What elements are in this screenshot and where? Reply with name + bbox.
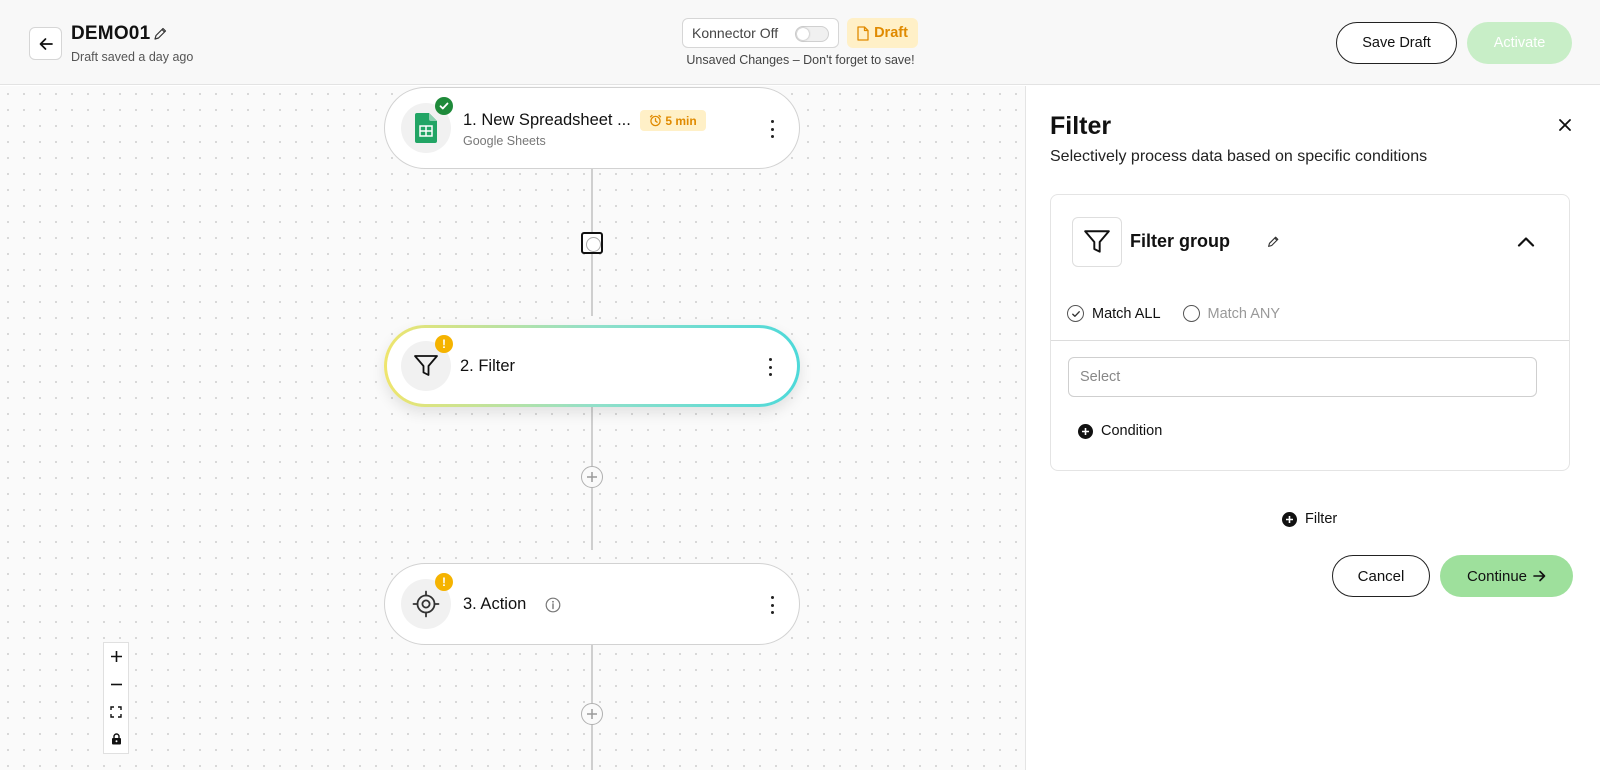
draft-badge-label: Draft	[874, 25, 908, 41]
step-card-filter[interactable]: ! 2. Filter	[384, 325, 800, 407]
filter-group-label: Filter group	[1130, 231, 1230, 251]
match-any-label: Match ANY	[1207, 305, 1281, 322]
lock-icon[interactable]	[104, 726, 128, 754]
konnector-status-label: Konnector Off	[692, 25, 779, 41]
chevron-up-icon[interactable]	[1516, 232, 1536, 252]
zoom-out-icon[interactable]	[104, 671, 128, 699]
add-condition-button[interactable]: Condition	[1078, 423, 1162, 439]
step-title: 3. Action	[463, 595, 527, 613]
funnel-icon	[1084, 230, 1110, 253]
close-icon[interactable]	[1556, 117, 1574, 135]
select-placeholder: Select	[1080, 369, 1121, 385]
back-button[interactable]	[29, 27, 62, 60]
zoom-in-icon[interactable]	[104, 643, 128, 671]
step-title: 2. Filter	[460, 357, 516, 375]
more-options-icon[interactable]	[765, 358, 775, 376]
plus-circle-icon	[1078, 423, 1093, 439]
match-mode-radio-group: Match ALL Match ANY	[1067, 305, 1280, 322]
filter-group-card: Filter group Match ALL Match ANY Select	[1050, 194, 1570, 471]
unsaved-changes-note: Unsaved Changes – Don't forget to save!	[686, 53, 915, 67]
save-status-text: Draft saved a day ago	[71, 50, 194, 64]
toggle-knob	[797, 28, 809, 40]
pencil-icon[interactable]	[152, 26, 168, 42]
panel-description: Selectively process data based on specif…	[1050, 148, 1428, 165]
add-condition-label: Condition	[1101, 423, 1163, 439]
step-card-trigger[interactable]: 1. New Spreadsheet ... Google Sheets 5 m…	[384, 87, 800, 169]
google-sheets-icon	[415, 113, 437, 143]
radio-unchecked-icon[interactable]	[1182, 305, 1200, 322]
step-app-name: Google Sheets	[463, 134, 546, 148]
add-step-button[interactable]	[581, 703, 603, 725]
warning-icon: !	[435, 573, 453, 591]
konnector-name: DEMO01	[71, 23, 151, 44]
plus-icon	[587, 709, 597, 719]
radio-checked-icon[interactable]	[1067, 305, 1084, 322]
save-draft-button[interactable]: Save Draft	[1336, 22, 1457, 64]
activate-button[interactable]: Activate	[1467, 22, 1572, 64]
arrow-left-icon	[39, 37, 53, 50]
add-filter-button[interactable]: Filter	[1282, 511, 1337, 527]
plus-icon	[587, 472, 597, 482]
continue-label: Continue	[1466, 567, 1528, 585]
fit-view-icon[interactable]	[104, 698, 128, 726]
arrow-right-icon	[1533, 570, 1546, 582]
cancel-button[interactable]: Cancel	[1332, 555, 1430, 597]
pencil-icon[interactable]	[1266, 235, 1280, 249]
success-check-icon	[435, 97, 453, 115]
panel-title: Filter	[1050, 112, 1112, 140]
match-all-option[interactable]: Match ALL	[1067, 305, 1161, 322]
filter-config-panel: Filter Selectively process data based on…	[1025, 86, 1600, 770]
add-step-button[interactable]	[581, 466, 603, 488]
filter-group-icon-box	[1072, 217, 1122, 267]
continue-button[interactable]: Continue	[1440, 555, 1573, 597]
document-icon	[857, 25, 869, 41]
toggle-switch[interactable]	[795, 26, 829, 42]
more-options-icon[interactable]	[767, 596, 777, 614]
condition-field-select[interactable]: Select	[1068, 357, 1537, 397]
konnector-status-toggle[interactable]: Konnector Off	[682, 18, 839, 48]
funnel-icon	[414, 355, 438, 376]
plus-circle-icon	[1282, 511, 1297, 527]
poll-interval-badge: 5 min	[640, 110, 706, 131]
top-bar: DEMO01 Draft saved a day ago Konnector O…	[0, 0, 1600, 85]
match-all-label: Match ALL	[1092, 305, 1161, 322]
add-step-button[interactable]	[581, 232, 603, 254]
draft-badge: Draft	[847, 18, 918, 48]
workflow-canvas[interactable]: 1. New Spreadsheet ... Google Sheets 5 m…	[0, 86, 1025, 770]
step-card-action[interactable]: ! 3. Action	[384, 563, 800, 645]
divider	[1051, 340, 1569, 341]
add-filter-label: Filter	[1305, 511, 1338, 527]
alarm-clock-icon	[650, 114, 662, 127]
more-options-icon[interactable]	[767, 120, 777, 138]
zoom-controls	[103, 642, 129, 754]
step-title: 1. New Spreadsheet ...	[463, 111, 631, 129]
target-icon	[412, 590, 440, 618]
match-any-option[interactable]: Match ANY	[1182, 305, 1281, 322]
warning-icon: !	[435, 335, 453, 353]
poll-interval-label: 5 min	[665, 113, 697, 128]
info-icon[interactable]	[545, 597, 561, 613]
